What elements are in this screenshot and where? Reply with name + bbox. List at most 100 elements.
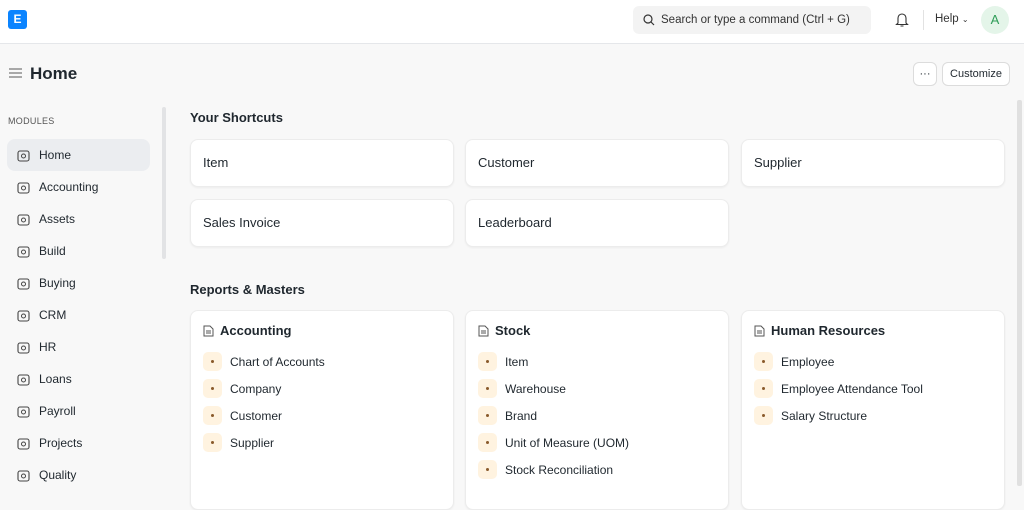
report-link[interactable]: Salary Structure <box>754 402 992 429</box>
sidebar-scrollbar[interactable] <box>162 107 166 259</box>
sidebar-item-projects[interactable]: Projects <box>7 427 150 459</box>
bullet-icon <box>203 379 222 398</box>
report-link[interactable]: Supplier <box>203 429 441 456</box>
report-link[interactable]: Item <box>478 348 716 375</box>
search-bar[interactable]: Search or type a command (Ctrl + G) <box>633 6 871 34</box>
bullet-icon <box>478 406 497 425</box>
sidebar-item-payroll[interactable]: Payroll <box>7 395 150 427</box>
sidebar-heading: MODULES <box>8 116 55 126</box>
report-link-label: Chart of Accounts <box>230 354 325 369</box>
report-card-header[interactable]: Stock <box>478 323 716 338</box>
module-icon <box>17 405 30 418</box>
report-card-header[interactable]: Human Resources <box>754 323 992 338</box>
report-link[interactable]: Chart of Accounts <box>203 348 441 375</box>
divider <box>923 10 924 30</box>
sidebar-item-label: Home <box>39 148 72 162</box>
more-button[interactable]: ··· <box>913 62 937 86</box>
help-dropdown[interactable]: Help ⌄ <box>935 13 969 25</box>
customize-button[interactable]: Customize <box>942 62 1010 86</box>
report-link-label: Company <box>230 381 282 396</box>
bullet-icon <box>754 406 773 425</box>
sidebar-item-label: HR <box>39 340 57 354</box>
sidebar-item-crm[interactable]: CRM <box>7 299 150 331</box>
report-card-title: Stock <box>495 323 531 338</box>
bullet-icon <box>203 352 222 371</box>
bullet-icon <box>754 352 773 371</box>
document-icon <box>478 325 489 336</box>
report-link-label: Stock Reconciliation <box>505 462 614 477</box>
sidebar-item-label: Buying <box>39 276 76 290</box>
sidebar-item-label: Quality <box>39 468 77 482</box>
module-icon <box>17 245 30 258</box>
module-icon <box>17 181 30 194</box>
report-link[interactable]: Customer <box>203 402 441 429</box>
module-icon <box>17 341 30 354</box>
shortcut-card[interactable]: Supplier <box>741 139 1005 187</box>
bullet-icon <box>478 460 497 479</box>
sidebar-item-label: Assets <box>39 212 76 226</box>
sidebar-item-quality[interactable]: Quality <box>7 459 150 491</box>
sidebar-item-label: Accounting <box>39 180 99 194</box>
search-icon <box>643 14 655 26</box>
report-card-header[interactable]: Accounting <box>203 323 441 338</box>
report-link-label: Employee Attendance Tool <box>781 381 923 396</box>
report-link-label: Unit of Measure (UOM) <box>505 435 630 450</box>
module-icon <box>17 373 30 386</box>
bullet-icon <box>754 379 773 398</box>
bullet-icon <box>478 352 497 371</box>
bullet-icon <box>203 406 222 425</box>
chevron-down-icon: ⌄ <box>961 15 969 24</box>
report-link-label: Item <box>505 354 529 369</box>
report-link-label: Salary Structure <box>781 408 868 423</box>
module-icon <box>17 309 30 322</box>
module-icon <box>17 277 30 290</box>
sidebar-item-label: CRM <box>39 308 67 322</box>
sidebar-item-build[interactable]: Build <box>7 235 150 267</box>
report-card: Human Resources Employee Employee Attendan… <box>741 310 1005 510</box>
shortcut-card[interactable]: Item <box>190 139 454 187</box>
report-card: Accounting Chart of Accounts Company Custom… <box>190 310 454 510</box>
report-card-title: Human Resources <box>771 323 886 338</box>
reports-heading: Reports & Masters <box>190 282 305 297</box>
bullet-icon <box>478 433 497 452</box>
report-link-label: Supplier <box>230 435 275 450</box>
bell-icon[interactable] <box>895 12 909 28</box>
report-link[interactable]: Warehouse <box>478 375 716 402</box>
document-icon <box>203 325 214 336</box>
report-link[interactable]: Brand <box>478 402 716 429</box>
search-placeholder: Search or type a command (Ctrl + G) <box>661 14 850 26</box>
report-link[interactable]: Employee Attendance Tool <box>754 375 992 402</box>
report-link[interactable]: Company <box>203 375 441 402</box>
bullet-icon <box>203 433 222 452</box>
report-link[interactable]: Employee <box>754 348 992 375</box>
sidebar-item-hr[interactable]: HR <box>7 331 150 363</box>
sidebar-item-assets[interactable]: Assets <box>7 203 150 235</box>
app-logo[interactable]: E <box>8 10 27 29</box>
module-icon <box>17 469 30 482</box>
top-navbar: E Search or type a command (Ctrl + G) He… <box>0 0 1024 44</box>
sidebar-item-label: Payroll <box>39 404 76 418</box>
report-link[interactable]: Unit of Measure (UOM) <box>478 429 716 456</box>
sidebar-item-label: Projects <box>39 436 83 450</box>
report-card: Stock Item Warehouse Brand Unit of Measure (… <box>465 310 729 510</box>
help-label: Help <box>935 13 959 25</box>
sidebar-item-accounting[interactable]: Accounting <box>7 171 150 203</box>
sidebar: Home Accounting Assets Build Buying CRM HR Loan… <box>7 139 150 491</box>
shortcut-card[interactable]: Sales Invoice <box>190 199 454 247</box>
avatar[interactable]: A <box>981 6 1009 34</box>
report-card-title: Accounting <box>220 323 292 338</box>
module-icon <box>17 437 30 450</box>
report-link[interactable]: Stock Reconciliation <box>478 456 716 483</box>
sidebar-item-buying[interactable]: Buying <box>7 267 150 299</box>
report-link-label: Employee <box>781 354 835 369</box>
sidebar-item-home[interactable]: Home <box>7 139 150 171</box>
tools-icon <box>17 149 30 162</box>
menu-icon[interactable] <box>9 68 22 78</box>
shortcut-card[interactable]: Leaderboard <box>465 199 729 247</box>
sidebar-item-label: Loans <box>39 372 72 386</box>
bullet-icon <box>478 379 497 398</box>
shortcuts-heading: Your Shortcuts <box>190 110 283 125</box>
page-scrollbar[interactable] <box>1017 100 1022 486</box>
sidebar-item-loans[interactable]: Loans <box>7 363 150 395</box>
shortcut-card[interactable]: Customer <box>465 139 729 187</box>
